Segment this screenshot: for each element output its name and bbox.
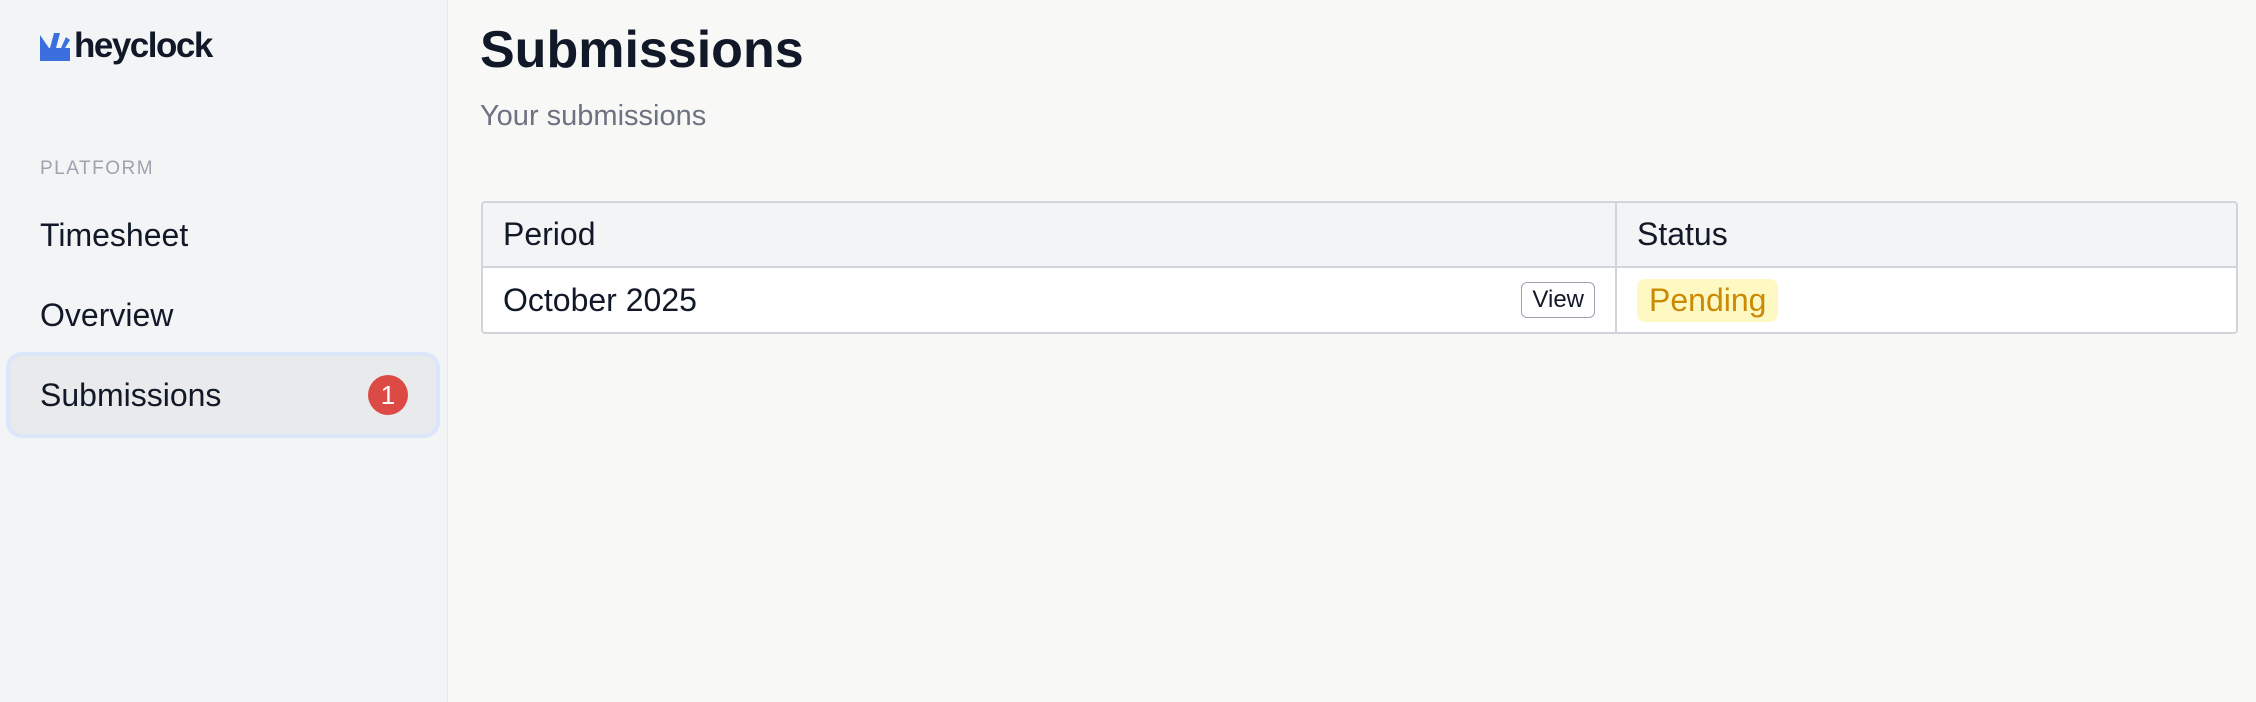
submissions-table: Period Status October 2025 View Pending (481, 201, 2238, 334)
column-header-status: Status (1637, 216, 1728, 252)
period-cell: October 2025 View (483, 268, 1617, 332)
sidebar-item-label: Submissions (40, 376, 222, 413)
table-header: Period Status (483, 203, 2236, 268)
logo-icon (40, 33, 70, 61)
app: heyclock PLATFORM Timesheet Overview Sub… (0, 0, 2256, 702)
sidebar: heyclock PLATFORM Timesheet Overview Sub… (0, 0, 448, 702)
column-header-period: Period (483, 203, 1617, 266)
period-value: October 2025 (503, 281, 697, 318)
logo[interactable]: heyclock (40, 26, 213, 66)
notification-badge: 1 (368, 375, 408, 415)
section-label-platform: PLATFORM (40, 158, 155, 179)
sidebar-item-label: Timesheet (40, 216, 189, 253)
status-badge: Pending (1637, 278, 1779, 322)
table-row: October 2025 View Pending (483, 268, 2236, 332)
main-content: Submissions Your submissions Period Stat… (448, 0, 2256, 702)
page-subtitle: Your submissions (480, 100, 707, 132)
logo-text: heyclock (74, 26, 213, 65)
sidebar-item-overview[interactable]: Overview (10, 276, 436, 354)
status-cell: Pending (1617, 268, 2236, 332)
sidebar-item-timesheet[interactable]: Timesheet (10, 196, 436, 274)
sidebar-item-submissions[interactable]: Submissions 1 (10, 356, 436, 434)
view-button[interactable]: View (1521, 282, 1595, 318)
sidebar-item-label: Overview (40, 296, 174, 333)
page-title: Submissions (480, 21, 804, 79)
